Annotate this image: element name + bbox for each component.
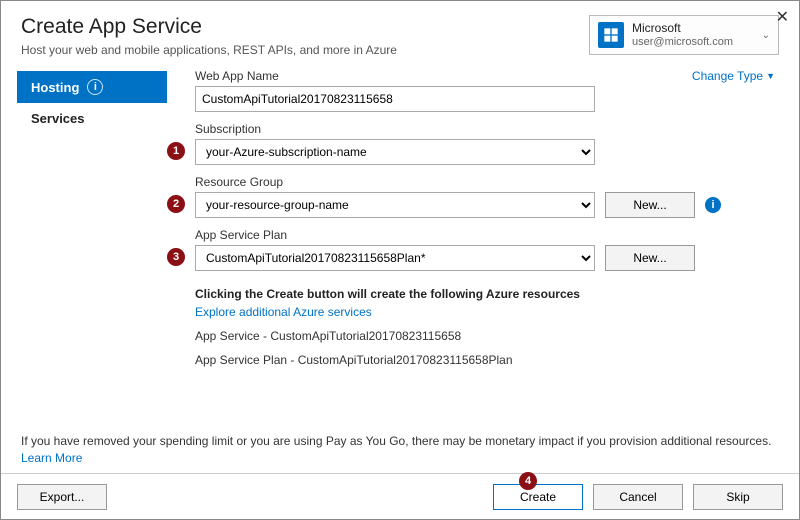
tab-hosting-label: Hosting	[31, 80, 79, 95]
app-service-plan-select[interactable]: CustomApiTutorial20170823115658Plan*	[195, 245, 595, 271]
change-type-text: Change Type	[692, 69, 763, 83]
info-icon: i	[87, 79, 103, 95]
microsoft-logo-icon	[598, 22, 624, 48]
change-type-link[interactable]: Change Type ▼	[692, 69, 775, 83]
close-icon[interactable]: ✕	[776, 7, 789, 27]
warning-text-block: If you have removed your spending limit …	[21, 433, 779, 467]
webapp-name-input[interactable]	[195, 86, 595, 112]
side-tabs: Hosting i Services	[17, 65, 177, 367]
tab-hosting[interactable]: Hosting i	[17, 71, 167, 103]
new-resource-group-button[interactable]: New...	[605, 192, 695, 218]
summary-block: Clicking the Create button will create t…	[195, 287, 775, 367]
header: Create App Service Host your web and mob…	[1, 1, 799, 65]
account-picker[interactable]: Microsoft user@microsoft.com ⌄	[589, 15, 779, 55]
app-service-plan-label: App Service Plan	[195, 228, 775, 242]
caret-down-icon: ▼	[766, 71, 775, 81]
webapp-name-label: Web App Name	[195, 69, 279, 83]
info-icon[interactable]: i	[705, 197, 721, 213]
summary-resource-1: App Service - CustomApiTutorial201708231…	[195, 329, 775, 343]
account-name: Microsoft	[632, 21, 754, 35]
step-badge-3: 3	[167, 248, 185, 266]
form-area: Web App Name Change Type ▼ Subscription …	[177, 65, 799, 367]
warning-text: If you have removed your spending limit …	[21, 434, 771, 448]
chevron-down-icon: ⌄	[762, 30, 770, 41]
resource-group-label: Resource Group	[195, 175, 775, 189]
subscription-label: Subscription	[195, 122, 775, 136]
page-subtitle: Host your web and mobile applications, R…	[21, 43, 397, 57]
skip-button[interactable]: Skip	[693, 484, 783, 510]
new-app-service-plan-button[interactable]: New...	[605, 245, 695, 271]
tab-services[interactable]: Services	[17, 103, 167, 134]
cancel-button[interactable]: Cancel	[593, 484, 683, 510]
summary-heading: Clicking the Create button will create t…	[195, 287, 775, 301]
account-email: user@microsoft.com	[632, 36, 754, 49]
summary-resource-2: App Service Plan - CustomApiTutorial2017…	[195, 353, 775, 367]
step-badge-4: 4	[519, 472, 537, 490]
tab-services-label: Services	[31, 111, 85, 126]
step-badge-2: 2	[167, 195, 185, 213]
subscription-select[interactable]: your-Azure-subscription-name	[195, 139, 595, 165]
page-title: Create App Service	[21, 15, 397, 39]
resource-group-select[interactable]: your-resource-group-name	[195, 192, 595, 218]
explore-services-link[interactable]: Explore additional Azure services	[195, 305, 775, 319]
export-button[interactable]: Export...	[17, 484, 107, 510]
learn-more-link[interactable]: Learn More	[21, 451, 82, 465]
create-button[interactable]: Create	[493, 484, 583, 510]
step-badge-1: 1	[167, 142, 185, 160]
footer: Export... 4 Create Cancel Skip	[1, 473, 799, 519]
